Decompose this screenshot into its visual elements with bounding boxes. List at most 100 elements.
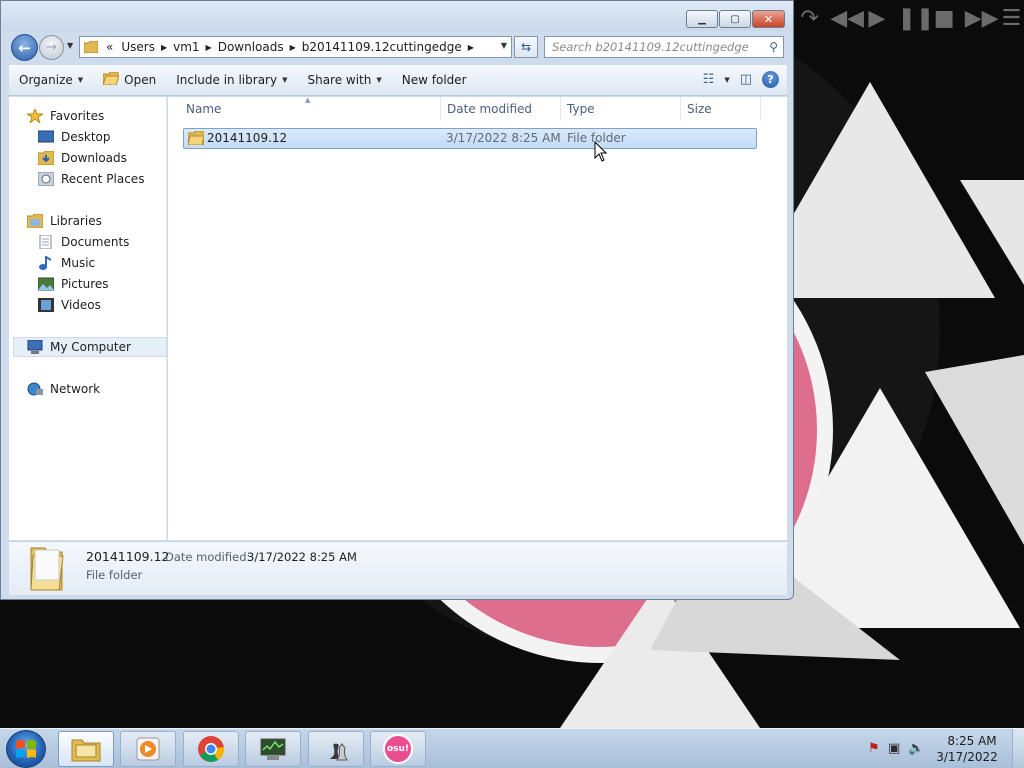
sidebar-item-label: Network [50,382,101,396]
search-placeholder: Search b20141109.12cuttingedge [552,40,749,54]
sidebar-item-label: Music [61,256,96,270]
sidebar-favorites[interactable]: Favorites [25,106,104,126]
sidebar-libraries-label: Libraries [50,214,102,228]
share-with-button[interactable]: Share with ▼ [297,73,391,87]
search-input[interactable]: Search b20141109.12cuttingedge ⚲ [544,36,784,58]
menu-icon[interactable]: ☰ [999,6,1024,32]
sidebar-libraries[interactable]: Libraries [26,211,102,231]
forward-button[interactable]: → [39,35,64,60]
details-type: File folder [86,568,143,582]
large-folder-icon [23,546,69,592]
view-dropdown-icon[interactable]: ▼ [724,76,729,84]
maximize-button[interactable]: ▢ [719,10,751,28]
show-desktop-button[interactable] [1012,729,1024,768]
taskbar-windows-explorer[interactable] [58,731,114,767]
dropdown-arrow-icon: ▼ [77,76,84,84]
column-header-label: Type [567,102,595,116]
back-button[interactable]: ← [11,34,38,61]
open-folder-icon [102,71,120,88]
recent-pages-dropdown-icon[interactable]: ▼ [67,41,73,50]
address-dropdown-icon[interactable]: ▼ [501,41,507,50]
column-header-name[interactable]: Name [180,97,441,121]
explorer-window: ▁ ▢ ✕ ← → ▼ « Users ▶ vm1 ▶ Downloads ▶ … [0,0,794,600]
breadcrumb-chevron-icon[interactable]: ▶ [204,43,214,52]
include-in-library-button[interactable]: Include in library ▼ [166,73,297,87]
address-bar[interactable]: « Users ▶ vm1 ▶ Downloads ▶ b20141109.12… [79,36,512,58]
chrome-icon [198,736,225,762]
sidebar-item-my-computer[interactable]: My Computer [13,337,167,357]
star-icon [25,107,45,125]
breadcrumb-current-folder[interactable]: b20141109.12cuttingedge [298,40,466,54]
volume-icon[interactable]: 🔈 [908,741,924,756]
sidebar-item-videos[interactable]: Videos [38,295,101,315]
back-arrow-icon: ← [18,38,31,57]
taskbar: osu! ⚑ ▣ 🔈 8:25 AM 3/17/2022 [0,728,1024,768]
refresh-button[interactable]: ⇆ [514,36,538,58]
share-with-label: Share with [307,73,372,87]
sidebar-item-documents[interactable]: Documents [38,232,129,252]
clock-date[interactable]: 3/17/2022 [932,750,1002,764]
column-header-type[interactable]: Type [561,97,681,121]
sidebar-item-network[interactable]: Network [27,379,100,399]
preview-pane-icon[interactable]: ◫ [740,72,752,87]
rewind-icon[interactable]: ◀◀ [830,6,864,32]
sidebar-item-downloads[interactable]: Downloads [37,148,127,168]
windows-logo-icon [16,740,36,758]
details-pane: 20141109.12 Date modified: 3/17/2022 8:2… [9,541,787,595]
stop-icon[interactable]: ■ [932,6,957,32]
history-overflow[interactable]: « [102,40,117,54]
details-date-label: Date modified: [165,550,251,564]
breadcrumb-chevron-icon[interactable]: ▶ [159,43,169,52]
play-icon[interactable]: ▶ [864,6,889,32]
search-icon[interactable]: ⚲ [769,40,778,54]
music-note-icon [38,255,54,270]
breadcrumb-vm1[interactable]: vm1 [169,40,203,54]
sidebar-item-recent-places[interactable]: Recent Places [37,169,145,189]
command-bar: Organize ▼ Open Include in library ▼ Sha… [9,65,787,96]
sidebar-item-pictures[interactable]: Pictures [37,274,109,294]
change-view-icon[interactable]: ☷ [703,72,715,87]
start-button[interactable] [6,730,46,768]
action-center-flag-icon[interactable]: ⚑ [868,741,880,756]
mouse-cursor-icon [594,141,608,162]
recent-places-icon [37,171,55,187]
breadcrumb-users[interactable]: Users [117,40,159,54]
new-folder-button[interactable]: New folder [392,73,477,87]
sidebar-item-music[interactable]: Music [38,253,95,273]
repeat-icon[interactable]: ↷ [797,6,822,32]
taskbar-osu[interactable]: osu! [370,731,426,767]
network-status-icon[interactable]: ▣ [888,741,900,756]
dropdown-arrow-icon: ▼ [376,76,382,84]
column-header-size[interactable]: Size [681,97,761,121]
pause-icon[interactable]: ❚❚ [898,6,935,32]
close-button[interactable]: ✕ [752,10,785,28]
media-controls: ↷ ◀◀ ▶ ❚❚ ■ ▶▶ ☰ [795,4,1024,34]
media-player-icon [136,737,160,761]
column-header-date-modified[interactable]: Date modified [441,97,561,121]
sidebar-item-desktop[interactable]: Desktop [37,127,111,147]
clock-time[interactable]: 8:25 AM [942,734,1002,748]
fast-forward-icon[interactable]: ▶▶ [965,6,999,32]
column-header-label: Name [186,102,222,116]
open-button[interactable]: Open [93,71,166,88]
taskbar-chess[interactable] [308,731,364,767]
breadcrumb-chevron-icon[interactable]: ▶ [466,43,476,52]
taskbar-system-monitor[interactable] [245,731,301,767]
breadcrumb-chevron-icon[interactable]: ▶ [288,43,298,52]
dropdown-arrow-icon: ▼ [282,76,288,84]
taskbar-media-player[interactable] [120,731,176,767]
navigation-pane: Favorites Desktop Downloads Recent Place… [9,97,167,540]
file-name[interactable]: 20141109.12 [207,131,287,145]
breadcrumb-downloads[interactable]: Downloads [214,40,288,54]
title-bar[interactable]: ▁ ▢ ✕ [1,1,793,31]
help-icon[interactable]: ? [762,71,779,88]
new-folder-label: New folder [401,73,467,87]
sidebar-item-label: Recent Places [61,172,145,186]
taskbar-chrome[interactable] [183,731,239,767]
documents-icon [38,234,54,250]
include-in-library-label: Include in library [176,73,278,87]
organize-button[interactable]: Organize ▼ [9,73,93,87]
column-header-label: Date modified [447,102,533,116]
minimize-button[interactable]: ▁ [686,10,718,28]
table-row[interactable]: 20141109.12 3/17/2022 8:25 AM File folde… [183,128,757,149]
